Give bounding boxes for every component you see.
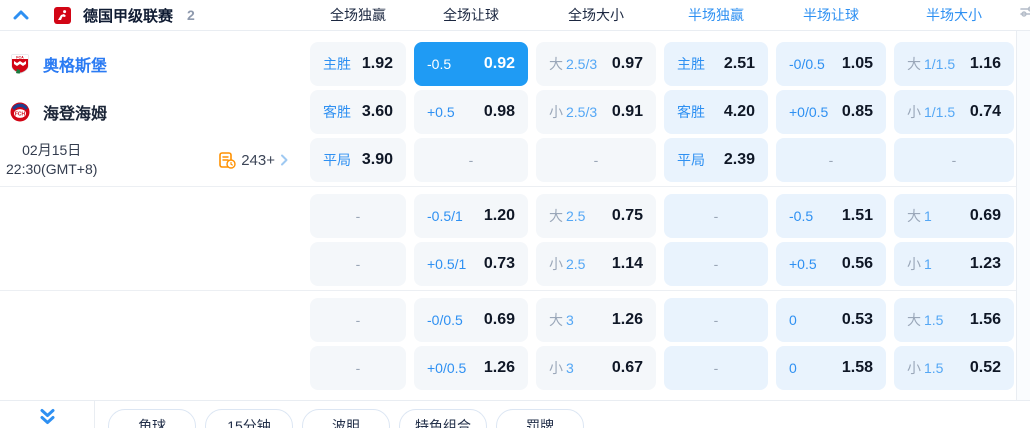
odds-row-home: FCA 奥格斯堡 主胜 1.92 -0.5 0.92 大 2.5/3 0.97 主胜 2.51-… xyxy=(0,42,1030,86)
league-header-bar: 德国甲级联赛 2 全场独赢 全场让球 全场大小 半场独赢 半场让球 半场大小 xyxy=(0,0,1030,31)
odds-cell[interactable]: +0/0.5 0.85 xyxy=(776,90,886,134)
odds-cell[interactable]: 小 3 0.67 xyxy=(536,346,656,390)
odds-cell[interactable]: -0/0.5 1.05 xyxy=(776,42,886,86)
odds-row: - -0/0.5 0.69 大 3 1.26-0 0.53 大 1.5 1.56 xyxy=(0,298,1030,342)
group-divider xyxy=(0,290,1016,291)
odds-cell[interactable]: -0.5 1.51 xyxy=(776,194,886,238)
market-tab[interactable]: 角球 xyxy=(108,409,196,428)
odds-cell-empty: - xyxy=(310,346,406,390)
odds-cell[interactable]: 0 1.58 xyxy=(776,346,886,390)
match-time: 22:30(GMT+8) xyxy=(6,161,98,177)
odds-cell[interactable]: 大 2.5 0.75 xyxy=(536,194,656,238)
odds-cell[interactable]: 主胜 1.92 xyxy=(310,42,406,86)
right-gutter xyxy=(1016,31,1030,400)
settings-icon xyxy=(1020,5,1030,22)
odds-cell-empty: - xyxy=(310,242,406,286)
bundesliga-logo-icon xyxy=(54,6,71,24)
odds-row-away: FCH 海登海姆 客胜 3.60 +0.5 0.98 小 2.5/3 0.91 客胜 4.20 +… xyxy=(0,90,1030,134)
away-team-name: 海登海姆 xyxy=(43,106,108,123)
odds-cell[interactable]: +0.5/1 0.73 xyxy=(414,242,528,286)
odds-cell[interactable]: +0/0.5 1.26 xyxy=(414,346,528,390)
odds-cell[interactable]: 平局 2.39 xyxy=(664,138,768,182)
odds-board: 德国甲级联赛 2 全场独赢 全场让球 全场大小 半场独赢 半场让球 半场大小 FCA 奥格… xyxy=(0,0,1030,428)
odds-row: - +0.5/1 0.73 小 2.5 1.14- +0.5 0.56 小 1 1.23 xyxy=(0,242,1030,286)
odds-cell[interactable]: +0.5 0.98 xyxy=(414,90,528,134)
market-tab[interactable]: 罚牌 xyxy=(496,409,584,428)
odds-cell-empty: - xyxy=(776,138,886,182)
odds-cell[interactable]: +0.5 0.56 xyxy=(776,242,886,286)
chevron-up-icon[interactable] xyxy=(13,9,29,21)
odds-cell-empty: - xyxy=(310,298,406,342)
footer-bar: 角球 15分钟 波胆 特色组合 罚牌 xyxy=(0,400,1030,428)
odds-cell[interactable]: 大 1/1.5 1.16 xyxy=(894,42,1014,86)
odds-cell-empty: - xyxy=(664,298,768,342)
odds-row-draw: 02月15日 22:30(GMT+8) 243+ 平局 3.90- - 平局 2… xyxy=(0,138,1030,182)
odds-cell[interactable]: 大 3 1.26 xyxy=(536,298,656,342)
odds-cell[interactable]: 小 1 1.23 xyxy=(894,242,1014,286)
odds-cell-empty: - xyxy=(536,138,656,182)
odds-cell-empty: - xyxy=(664,346,768,390)
odds-cell-empty: - xyxy=(414,138,528,182)
odds-cell[interactable]: 小 2.5 1.14 xyxy=(536,242,656,286)
column-header-4: 半场独赢 xyxy=(688,7,744,23)
away-team-logo-icon: FCH xyxy=(10,102,30,122)
column-header-6: 半场大小 xyxy=(926,7,982,23)
odds-cell[interactable]: 小 2.5/3 0.91 xyxy=(536,90,656,134)
more-markets-link[interactable]: 243+ xyxy=(219,152,288,169)
collapse-markets-button[interactable] xyxy=(0,401,95,428)
odds-cell[interactable]: 小 1/1.5 0.74 xyxy=(894,90,1014,134)
home-team-name: 奥格斯堡 xyxy=(43,58,108,75)
odds-cell[interactable]: 小 1.5 0.52 xyxy=(894,346,1014,390)
odds-cell[interactable]: 大 1.5 1.56 xyxy=(894,298,1014,342)
row-label-empty xyxy=(0,346,302,390)
odds-cell-empty: - xyxy=(664,242,768,286)
extra-market-tabs: 角球 15分钟 波胆 特色组合 罚牌 xyxy=(95,401,584,428)
match-datetime: 02月15日 22:30(GMT+8) xyxy=(6,141,97,179)
odds-row: - +0/0.5 1.26 小 3 0.67-0 1.58 小 1.5 0.52 xyxy=(0,346,1030,390)
double-chevron-down-icon xyxy=(40,409,54,424)
row-label-empty xyxy=(0,242,302,286)
league-title: 德国甲级联赛 xyxy=(83,7,174,25)
more-markets-count: 243+ xyxy=(241,151,275,169)
odds-cell-selected[interactable]: -0.5 0.92 xyxy=(414,42,528,86)
odds-cell[interactable]: 0 0.53 xyxy=(776,298,886,342)
league-info: 德国甲级联赛 2 xyxy=(0,5,302,26)
odds-cell-empty: - xyxy=(664,194,768,238)
odds-cell[interactable]: 大 2.5/3 0.97 xyxy=(536,42,656,86)
column-header-2: 全场让球 xyxy=(443,7,499,23)
market-tab[interactable]: 特色组合 xyxy=(399,409,487,428)
odds-row: - -0.5/1 1.20 大 2.5 0.75- -0.5 1.51 大 1 0.69 xyxy=(0,194,1030,238)
away-team-row[interactable]: FCH 海登海姆 xyxy=(0,90,302,134)
row-label-empty xyxy=(0,298,302,342)
match-date: 02月15日 xyxy=(22,142,82,159)
column-header-1: 全场独赢 xyxy=(330,7,386,23)
bet-slip-icon xyxy=(219,151,236,169)
odds-cell-empty: - xyxy=(310,194,406,238)
odds-cell[interactable]: -0/0.5 0.69 xyxy=(414,298,528,342)
chevron-right-icon xyxy=(281,154,288,166)
odds-cell[interactable]: 平局 3.90 xyxy=(310,138,406,182)
odds-cell[interactable]: 大 1 0.69 xyxy=(894,194,1014,238)
odds-cell[interactable]: 主胜 2.51 xyxy=(664,42,768,86)
group-divider xyxy=(0,186,1016,187)
row-label-empty xyxy=(0,194,302,238)
odds-cell[interactable]: 客胜 4.20 xyxy=(664,90,768,134)
svg-text:FCH: FCH xyxy=(15,111,26,117)
column-header-5: 半场让球 xyxy=(803,7,859,23)
home-team-logo-icon: FCA xyxy=(11,54,29,74)
match-meta: 02月15日 22:30(GMT+8) 243+ xyxy=(0,138,302,182)
odds-cell[interactable]: -0.5/1 1.20 xyxy=(414,194,528,238)
odds-cell-empty: - xyxy=(894,138,1014,182)
column-header-3: 全场大小 xyxy=(568,7,624,23)
market-tab[interactable]: 15分钟 xyxy=(205,409,293,428)
odds-grid: FCA 奥格斯堡 主胜 1.92 -0.5 0.92 大 2.5/3 0.97 主胜 2.51-… xyxy=(0,31,1030,400)
league-match-count: 2 xyxy=(187,7,195,23)
home-team-row[interactable]: FCA 奥格斯堡 xyxy=(0,42,302,86)
market-tab[interactable]: 波胆 xyxy=(302,409,390,428)
odds-cell[interactable]: 客胜 3.60 xyxy=(310,90,406,134)
